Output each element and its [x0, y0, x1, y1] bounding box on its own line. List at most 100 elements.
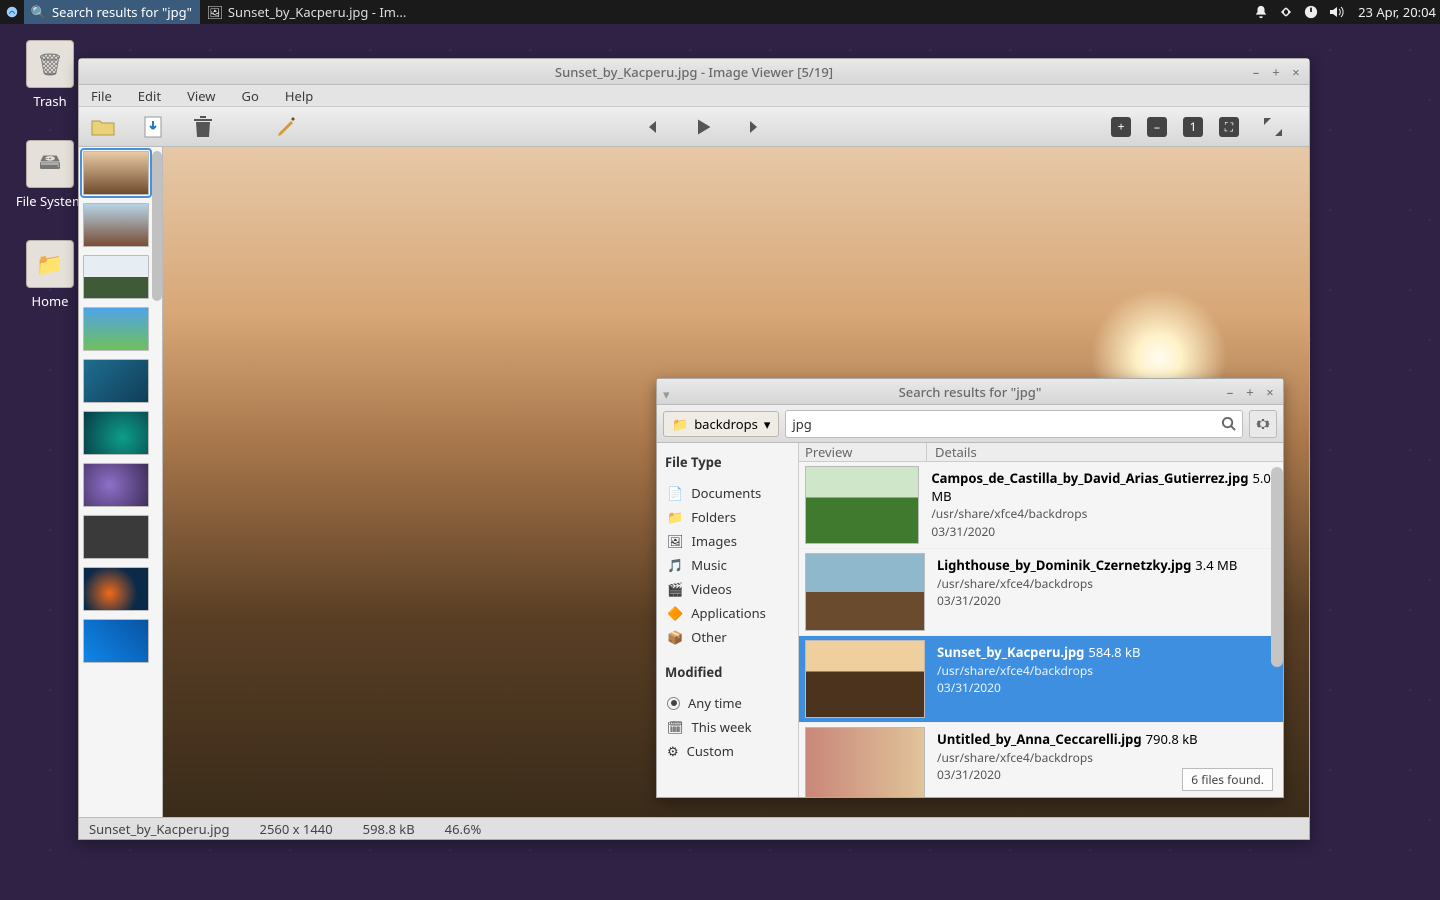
modified-label: Any time	[688, 694, 742, 712]
whisker-menu-icon[interactable]	[0, 0, 24, 24]
modified-option[interactable]: ⚙ Custom	[665, 739, 790, 763]
result-row[interactable]: Campos_de_Castilla_by_David_Arias_Gutier…	[799, 462, 1283, 549]
image-viewer-titlebar[interactable]: Sunset_by_Kacperu.jpg - Image Viewer [5/…	[79, 59, 1309, 85]
menu-item[interactable]: Go	[238, 85, 263, 107]
menu-bar: File Edit View Go Help	[79, 85, 1309, 107]
keyboard-icon[interactable]	[1278, 5, 1294, 19]
notifications-icon[interactable]	[1254, 5, 1268, 19]
thumbnail[interactable]	[83, 567, 149, 611]
minimize-button[interactable]: –	[1223, 385, 1237, 399]
zoom-fit-button[interactable]: ⛶	[1219, 117, 1239, 137]
result-preview	[805, 727, 925, 797]
zoom-100-button[interactable]: 1	[1183, 117, 1203, 137]
zoom-in-button[interactable]: +	[1111, 117, 1131, 137]
menu-item[interactable]: View	[183, 85, 219, 107]
thumbnail[interactable]	[83, 463, 149, 507]
prev-button[interactable]	[639, 113, 667, 141]
result-preview	[805, 553, 925, 631]
open-button[interactable]	[89, 113, 117, 141]
filetype-option[interactable]: 📄Documents	[665, 481, 790, 505]
minimize-button[interactable]: –	[1249, 65, 1263, 79]
col-preview[interactable]: Preview	[799, 443, 927, 461]
result-row[interactable]: Lighthouse_by_Dominik_Czernetzky.jpg3.4 …	[799, 549, 1283, 636]
filetype-option[interactable]: 🎬Videos	[665, 577, 790, 601]
edit-button[interactable]	[273, 113, 301, 141]
save-button[interactable]	[139, 113, 167, 141]
filetype-option[interactable]: 🖼Images	[665, 529, 790, 553]
result-filename: Campos_de_Castilla_by_David_Arias_Gutier…	[931, 469, 1248, 487]
thumbnail[interactable]	[83, 307, 149, 351]
maximize-button[interactable]: +	[1243, 385, 1257, 399]
zoom-out-button[interactable]: –	[1147, 117, 1167, 137]
next-button[interactable]	[739, 113, 767, 141]
maximize-button[interactable]: +	[1269, 65, 1283, 79]
chevron-down-icon[interactable]: ▾	[663, 385, 670, 403]
icon-glyph: 🖴	[26, 140, 74, 188]
result-meta: Lighthouse_by_Dominik_Czernetzky.jpg3.4 …	[931, 551, 1243, 616]
search-icon[interactable]	[1221, 416, 1236, 431]
col-details[interactable]: Details	[927, 443, 977, 461]
thumbnail[interactable]	[83, 411, 149, 455]
result-path: /usr/share/xfce4/backdrops	[931, 505, 1087, 522]
status-popup: 6 files found.	[1182, 768, 1273, 791]
modified-label: Custom	[687, 742, 734, 760]
filetype-option[interactable]: 📦Other	[665, 625, 790, 649]
type-icon: 🔶	[667, 604, 683, 622]
thumbnail[interactable]	[83, 515, 149, 559]
settings-button[interactable]	[1249, 410, 1277, 438]
result-path: /usr/share/xfce4/backdrops	[937, 575, 1093, 592]
location-label: backdrops	[694, 415, 758, 433]
thumbnail[interactable]	[83, 255, 149, 299]
search-titlebar[interactable]: ▾ Search results for "jpg" – + ×	[657, 379, 1283, 405]
filetype-option[interactable]: 🔶Applications	[665, 601, 790, 625]
delete-button[interactable]	[189, 113, 217, 141]
result-row[interactable]: Sunset_by_Kacperu.jpg584.8 kB/usr/share/…	[799, 636, 1283, 723]
thumbnail[interactable]	[83, 203, 149, 247]
filetype-option[interactable]: 🎵Music	[665, 553, 790, 577]
results-header: Preview Details	[799, 443, 1283, 462]
taskbar-task[interactable]: 🖼Sunset_by_Kacperu.jpg - Im...	[200, 0, 414, 24]
power-icon[interactable]	[1304, 5, 1318, 19]
top-panel: 🔍Search results for "jpg"🖼Sunset_by_Kacp…	[0, 0, 1440, 24]
result-date: 03/31/2020	[931, 523, 995, 540]
modified-option[interactable]: Any time	[665, 691, 790, 715]
modified-option[interactable]: 🗓This week	[665, 715, 790, 739]
result-preview	[805, 640, 925, 718]
window-title: Sunset_by_Kacperu.jpg - Image Viewer [5/…	[555, 63, 833, 81]
clock[interactable]: 23 Apr, 20:04	[1354, 3, 1440, 21]
result-path: /usr/share/xfce4/backdrops	[937, 749, 1093, 766]
result-size: 790.8 kB	[1146, 730, 1198, 748]
taskbar-task[interactable]: 🔍Search results for "jpg"	[24, 0, 200, 24]
result-date: 03/31/2020	[937, 766, 1001, 783]
status-filesize: 598.8 kB	[363, 820, 415, 838]
fullscreen-button[interactable]	[1259, 113, 1287, 141]
location-selector[interactable]: 📁 backdrops ▾	[663, 411, 779, 437]
play-button[interactable]	[689, 113, 717, 141]
status-zoom: 46.6%	[445, 820, 482, 838]
folder-icon: 📁	[672, 415, 688, 433]
thumbnail[interactable]	[83, 151, 149, 195]
filetype-header: File Type	[665, 453, 790, 471]
result-size: 3.4 MB	[1195, 556, 1237, 574]
result-date: 03/31/2020	[937, 679, 1001, 696]
results-scrollbar[interactable]	[1271, 467, 1283, 667]
filetype-option[interactable]: 📁Folders	[665, 505, 790, 529]
close-button[interactable]: ×	[1289, 65, 1303, 79]
search-input[interactable]: jpg	[785, 410, 1243, 438]
close-button[interactable]: ×	[1263, 385, 1277, 399]
type-label: Folders	[691, 508, 736, 526]
thumbnail-scrollbar[interactable]	[152, 151, 162, 301]
system-tray	[1244, 5, 1354, 19]
modified-label: This week	[692, 718, 752, 736]
menu-item[interactable]: Edit	[134, 85, 165, 107]
thumbnail[interactable]	[83, 619, 149, 663]
volume-icon[interactable]	[1328, 5, 1344, 19]
status-bar: Sunset_by_Kacperu.jpg 2560 x 1440 598.8 …	[79, 817, 1309, 839]
icon-label: Home	[32, 292, 69, 310]
thumbnail[interactable]	[83, 359, 149, 403]
thumbnail-strip[interactable]	[79, 147, 163, 817]
icon-glyph: 🗑	[26, 40, 74, 88]
menu-item[interactable]: Help	[281, 85, 317, 107]
menu-item[interactable]: File	[87, 85, 116, 107]
modified-icon: ⚙	[667, 742, 679, 760]
